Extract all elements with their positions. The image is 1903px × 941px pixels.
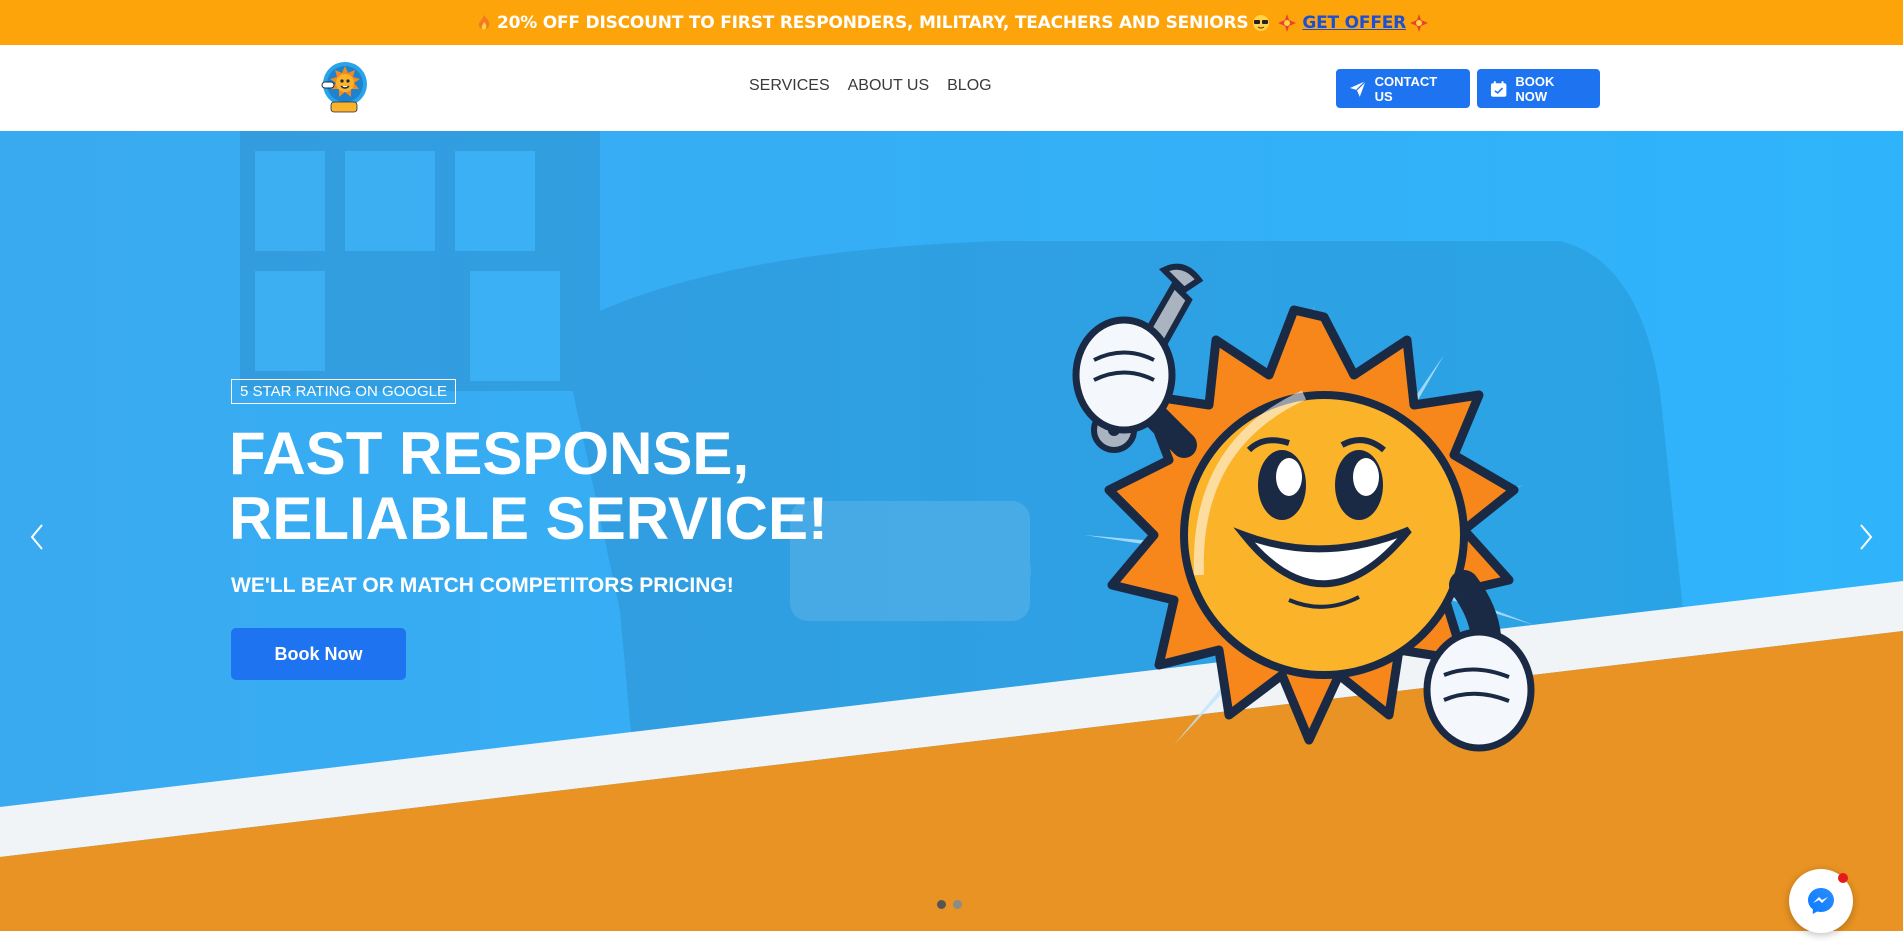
- messenger-icon: [1808, 888, 1834, 914]
- google-rating-badge: 5 STAR RATING ON GOOGLE: [231, 379, 456, 404]
- sun-mascot-illustration: [1072, 263, 1535, 752]
- slider-prev-arrow-icon[interactable]: [22, 517, 52, 557]
- paper-plane-icon: [1349, 80, 1367, 97]
- contact-us-button[interactable]: CONTACT US: [1336, 69, 1470, 108]
- site-header: ☀ SERVICES ABOUT US BLOG CONTACT US BOOK…: [0, 45, 1903, 131]
- promo-bar: 20% OFF DISCOUNT TO FIRST RESPONDERS, MI…: [0, 0, 1903, 45]
- slide-dot-1[interactable]: [937, 900, 946, 909]
- sunglasses-icon: [1252, 14, 1270, 32]
- hero-book-now-button[interactable]: Book Now: [231, 628, 406, 680]
- get-offer-link[interactable]: GET OFFER: [1302, 13, 1406, 33]
- calendar-icon: [1490, 80, 1507, 97]
- fire-icon: [475, 14, 493, 32]
- slider-pagination: [937, 900, 962, 909]
- promo-text: 20% OFF DISCOUNT TO FIRST RESPONDERS, MI…: [496, 12, 1249, 33]
- page-bottom-edge: [0, 931, 1903, 941]
- book-now-header-button[interactable]: BOOK NOW: [1477, 69, 1600, 108]
- headline-line-1: FAST RESPONSE,: [229, 420, 750, 487]
- nav-blog[interactable]: BLOG: [947, 77, 991, 95]
- headline-line-2: RELIABLE SERVICE!: [229, 485, 828, 552]
- book-now-header-label: BOOK NOW: [1515, 73, 1555, 104]
- slide-dot-2[interactable]: [953, 900, 962, 909]
- contact-us-label: CONTACT US: [1374, 73, 1438, 104]
- messenger-chat-button[interactable]: [1789, 869, 1853, 933]
- notification-dot: [1838, 873, 1848, 883]
- nav-services[interactable]: SERVICES: [749, 77, 830, 95]
- slider-next-arrow-icon[interactable]: [1851, 517, 1881, 557]
- nav-about-us[interactable]: ABOUT US: [848, 77, 930, 95]
- hero-headline: FAST RESPONSE, RELIABLE SERVICE!: [229, 421, 828, 551]
- sparkle-icon: [1410, 13, 1429, 32]
- hero-subheadline: WE'LL BEAT OR MATCH COMPETITORS PRICING!: [231, 574, 734, 597]
- sun-logo-icon[interactable]: ☀: [313, 56, 371, 118]
- main-nav: SERVICES ABOUT US BLOG: [749, 77, 1010, 95]
- hero-slider: 5 STAR RATING ON GOOGLE FAST RESPONSE, R…: [0, 131, 1903, 931]
- sparkle-icon: [1278, 13, 1297, 32]
